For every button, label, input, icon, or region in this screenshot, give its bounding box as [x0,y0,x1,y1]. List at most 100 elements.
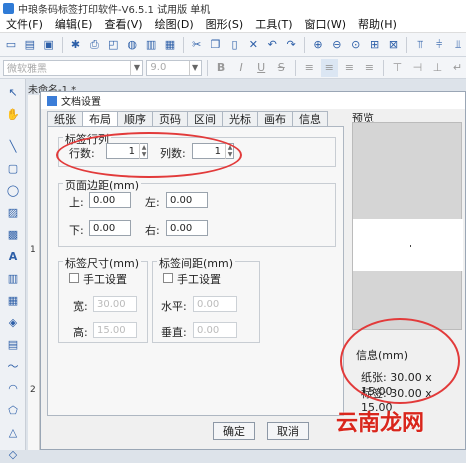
label-spacing-manual-label: 手工设置 [177,273,221,286]
margin-top-input[interactable]: 0.00 [89,192,131,208]
margin-bottom-input[interactable]: 0.00 [89,220,131,236]
ok-button[interactable]: 确定 [213,422,255,440]
menu-file[interactable]: 文件(F) [0,16,49,32]
dialog-title-bar: 文档设置 [41,92,465,109]
align-center-icon[interactable]: ≡ [320,58,338,77]
format-toolbar: 微软雅黑 ▼ 9.0 ▼ B I U S ≡ ≡ ≡ ≡ ⊤ ⊣ ⊥ ↵ [0,57,466,79]
label-width-input[interactable]: 30.00 [93,296,137,312]
spacing-horizontal-label: 水平: [161,300,187,313]
tab-cursor[interactable]: 光标 [222,111,257,127]
zoom-in-icon[interactable]: ⊕ [310,36,326,54]
menu-window[interactable]: 窗口(W) [299,16,352,32]
app-title: 中琅条码标签打印软件-V6.5.1 试用版 单机 [18,4,211,16]
barcode-tool-icon[interactable]: ▥ [4,269,22,287]
tab-order[interactable]: 顺序 [117,111,152,127]
open-folder-icon[interactable]: ▤ [22,36,38,54]
zoom-page-icon[interactable]: ⊠ [386,36,402,54]
margin-left-label: 左: [145,196,160,209]
shape-tool-icon[interactable]: ◈ [4,313,22,331]
redo-icon[interactable]: ↷ [283,36,299,54]
ellipse-tool-icon[interactable]: ◯ [4,181,22,199]
chevron-down-icon[interactable]: ▼ [188,60,201,75]
menu-view[interactable]: 查看(V) [98,16,148,32]
align-right-icon[interactable]: ≡ [341,59,358,77]
label-size-manual-label: 手工设置 [83,273,127,286]
label-spacing-legend: 标签间距(mm) [157,255,236,271]
align-middle-icon[interactable]: ⫩ [431,36,447,54]
margin-left-input[interactable]: 0.00 [166,192,208,208]
cancel-button[interactable]: 取消 [267,422,309,440]
font-size-select[interactable]: 9.0 ▼ [146,59,202,76]
undo-icon[interactable]: ↶ [264,36,280,54]
spacing-vertical-label: 垂直: [161,326,187,339]
table-tool-icon[interactable]: ▤ [4,335,22,353]
pan-icon[interactable]: ✋ [4,105,22,123]
spacing-vertical-input[interactable]: 0.00 [193,322,237,338]
curve-tool-icon[interactable]: 〜 [4,357,22,375]
align-left-icon[interactable]: ≡ [301,59,318,77]
copy-icon[interactable]: ❐ [208,36,224,54]
triangle-tool-icon[interactable]: △ [4,423,22,441]
image-tool-icon[interactable]: ▨ [4,203,22,221]
drawing-tools-palette: ↖ ✋ ╲ ▢ ◯ ▨ ▩ A ▥ ▦ ◈ ▤ 〜 ◠ ⬠ △ ◇ [0,79,26,461]
annotation-ellipse-rows-cols [56,132,242,178]
menu-shape[interactable]: 图形(S) [200,16,250,32]
underline-button[interactable]: U [253,59,270,77]
line-tool-icon[interactable]: ╲ [4,137,22,155]
text-tool-icon[interactable]: A [4,247,22,265]
valign-middle-icon[interactable]: ⊣ [409,59,426,77]
menu-help[interactable]: 帮助(H) [352,16,403,32]
tab-layout[interactable]: 布局 [82,111,117,127]
print-preview-icon[interactable]: ◰ [105,36,121,54]
tab-canvas[interactable]: 画布 [257,111,292,127]
menu-tools[interactable]: 工具(T) [249,16,298,32]
spacing-horizontal-input[interactable]: 0.00 [193,296,237,312]
zoom-fit-icon[interactable]: ⊞ [367,36,383,54]
cut-icon[interactable]: ✂ [189,36,205,54]
chevron-down-icon[interactable]: ▼ [130,60,142,75]
settings-gear-icon[interactable]: ✱ [68,36,84,54]
bold-button[interactable]: B [213,59,230,77]
align-top-icon[interactable]: ⫪ [412,36,428,54]
tab-page-number[interactable]: 页码 [152,111,187,127]
arc-tool-icon[interactable]: ◠ [4,379,22,397]
menu-edit[interactable]: 编辑(E) [49,16,99,32]
database-icon[interactable]: ◍ [124,36,140,54]
valign-bottom-icon[interactable]: ⊥ [429,59,446,77]
delete-icon[interactable]: ✕ [245,36,261,54]
polygon-tool-icon[interactable]: ⬠ [4,401,22,419]
paste-icon[interactable]: ▯ [227,36,243,54]
margin-bottom-label: 下: [69,224,84,237]
rectangle-tool-icon[interactable]: ▢ [4,159,22,177]
strikethrough-button[interactable]: S [273,59,290,77]
font-family-select[interactable]: 微软雅黑 ▼ [3,59,144,76]
italic-button[interactable]: I [233,59,250,77]
new-document-icon[interactable]: ▭ [3,36,19,54]
diamond-tool-icon[interactable]: ◇ [4,445,22,463]
zoom-out-icon[interactable]: ⊖ [329,36,345,54]
zoom-actual-icon[interactable]: ⊙ [348,36,364,54]
label-height-input[interactable]: 15.00 [93,322,137,338]
menu-draw[interactable]: 绘图(D) [149,16,200,32]
label-spacing-manual-checkbox[interactable] [163,273,173,283]
justify-icon[interactable]: ≡ [361,59,378,77]
menu-bar: 文件(F) 编辑(E) 查看(V) 绘图(D) 图形(S) 工具(T) 窗口(W… [0,16,466,33]
font-size-value: 9.0 [150,62,167,73]
label-size-manual-checkbox[interactable] [69,273,79,283]
title-bar: 中琅条码标签打印软件-V6.5.1 试用版 单机 [0,0,466,16]
picture-tool-icon[interactable]: ▩ [4,225,22,243]
valign-top-icon[interactable]: ⊤ [389,59,406,77]
print-icon[interactable]: ⎙ [86,36,102,54]
ruler-mark: 1 [30,245,36,255]
qrcode-tool-icon[interactable]: ▦ [4,291,22,309]
save-icon[interactable]: ▣ [41,36,57,54]
tab-range[interactable]: 区间 [187,111,222,127]
align-bottom-icon[interactable]: ⫫ [450,36,466,54]
text-wrap-icon[interactable]: ↵ [449,59,466,77]
grid-icon[interactable]: ▦ [162,36,178,54]
margin-right-input[interactable]: 0.00 [166,220,208,236]
pointer-icon[interactable]: ↖ [4,83,22,101]
tab-info[interactable]: 信息 [292,111,328,127]
tab-paper[interactable]: 纸张 [47,111,82,127]
barcode-icon[interactable]: ▥ [143,36,159,54]
